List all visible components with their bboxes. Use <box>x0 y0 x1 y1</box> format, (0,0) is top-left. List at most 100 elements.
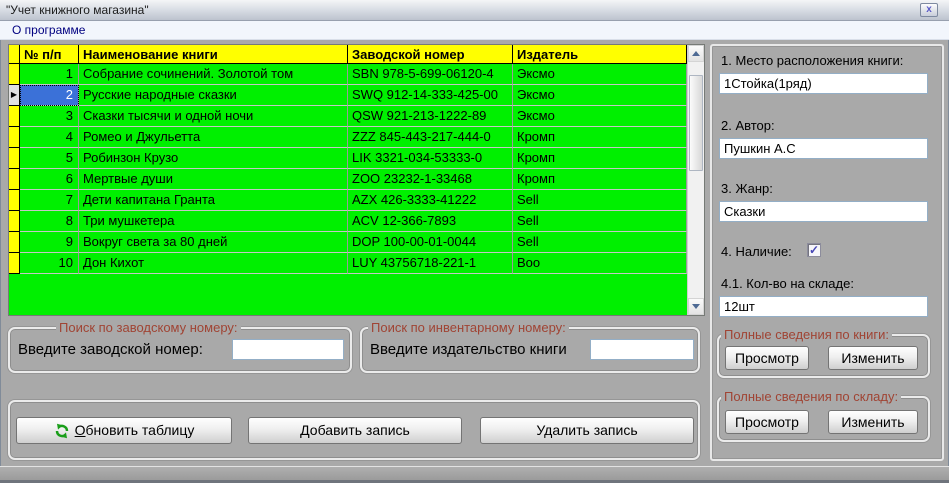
row-indicator <box>9 148 20 169</box>
header-num[interactable]: № п/п <box>20 45 79 64</box>
search-serial-input[interactable] <box>232 339 344 360</box>
close-button[interactable]: x <box>920 3 938 17</box>
cell-publisher[interactable]: Sell <box>513 232 687 253</box>
cell-serial[interactable]: DOP 100-00-01-0044 <box>348 232 513 253</box>
delete-record-button[interactable]: Удалить запись <box>480 417 694 444</box>
arrow-down-icon <box>692 304 700 309</box>
search-serial-group: Поиск по заводскому номеру: Введите заво… <box>8 320 352 373</box>
cell-num[interactable]: 9 <box>20 232 79 253</box>
table-row[interactable]: 5 Робинзон Крузо LIK 3321-034-53333-0 Кромп <box>9 148 687 169</box>
add-record-button[interactable]: Добавить запись <box>248 417 462 444</box>
cell-publisher[interactable]: Кромп <box>513 169 687 190</box>
table-scrollbar[interactable] <box>687 45 704 315</box>
stock-details-group: Полные сведения по складу: Просмотр Изме… <box>717 389 930 442</box>
table-row[interactable]: 4 Ромео и Джульетта ZZZ 845-443-217-444-0 К… <box>9 127 687 148</box>
cell-num[interactable]: 7 <box>20 190 79 211</box>
scroll-down-arrow[interactable] <box>688 298 704 315</box>
cell-num[interactable]: 5 <box>20 148 79 169</box>
cell-publisher[interactable]: Boo <box>513 253 687 274</box>
cell-publisher[interactable]: Эксмо <box>513 85 687 106</box>
cell-serial[interactable]: LIK 3321-034-53333-0 <box>348 148 513 169</box>
cell-num[interactable]: 4 <box>20 127 79 148</box>
table-row[interactable]: 6 Мертвые души ZOO 23232-1-33468 Кромп <box>9 169 687 190</box>
cell-name[interactable]: Дети капитана Гранта <box>79 190 348 211</box>
location-input[interactable] <box>719 73 928 94</box>
table-row[interactable]: 8 Три мушкетера ACV 12-366-7893 Sell <box>9 211 687 232</box>
row-indicator <box>9 127 20 148</box>
book-details-group: Полные сведения по книги: Просмотр Измен… <box>717 327 930 378</box>
cell-serial[interactable]: QSW 921-213-1222-89 <box>348 106 513 127</box>
app-window: "Учет книжного магазина" x О программе №… <box>0 0 949 483</box>
table-header-row: № п/п Наименование книги Заводской номер… <box>9 45 687 64</box>
cell-name[interactable]: Дон Кихот <box>79 253 348 274</box>
refresh-table-button[interactable]: Обновить таблицу <box>16 417 232 444</box>
header-indicator-cell <box>9 45 20 64</box>
cell-name[interactable]: Собрание сочинений. Золотой том <box>79 64 348 85</box>
cell-publisher[interactable]: Sell <box>513 190 687 211</box>
book-view-button[interactable]: Просмотр <box>725 346 809 370</box>
genre-label: 3. Жанр: <box>721 181 773 196</box>
cell-serial[interactable]: SWQ 912-14-333-425-00 <box>348 85 513 106</box>
cell-publisher[interactable]: Эксмо <box>513 64 687 85</box>
window-bottom-frame <box>0 466 949 483</box>
table-row[interactable]: 1 Собрание сочинений. Золотой том SBN 978-… <box>9 64 687 85</box>
cell-name[interactable]: Ромео и Джульетта <box>79 127 348 148</box>
scrollbar-thumb[interactable] <box>689 75 703 171</box>
stock-view-button[interactable]: Просмотр <box>725 410 809 434</box>
cell-num[interactable]: 2 <box>20 85 79 106</box>
search-inventory-input[interactable] <box>590 339 694 360</box>
stock-input[interactable] <box>719 296 928 317</box>
table-row[interactable]: 7 Дети капитана Гранта AZX 426-3333-41222 S… <box>9 190 687 211</box>
cell-name[interactable]: Робинзон Крузо <box>79 148 348 169</box>
table-row[interactable]: ▶ 2 Русские народные сказки SWQ 912-14-333-… <box>9 85 687 106</box>
menu-bar: О программе <box>0 21 949 40</box>
cell-name[interactable]: Мертвые души <box>79 169 348 190</box>
table-row[interactable]: 10 Дон Кихот LUY 43756718-221-1 Boo <box>9 253 687 274</box>
cell-publisher[interactable]: Кромп <box>513 148 687 169</box>
title-bar: "Учет книжного магазина" x <box>0 0 949 21</box>
header-publisher[interactable]: Издатель <box>513 45 687 64</box>
books-table: № п/п Наименование книги Заводской номер… <box>8 44 705 316</box>
genre-input[interactable] <box>719 201 928 222</box>
refresh-button-label: Обновить таблицу <box>74 422 195 438</box>
cell-serial[interactable]: ZOO 23232-1-33468 <box>348 169 513 190</box>
cell-name[interactable]: Сказки тысячи и одной ночи <box>79 106 348 127</box>
scroll-up-arrow[interactable] <box>688 45 704 62</box>
stock-details-group-title: Полные сведения по складу: <box>721 389 902 404</box>
header-serial[interactable]: Заводской номер <box>348 45 513 64</box>
row-indicator <box>9 232 20 253</box>
cell-name[interactable]: Три мушкетера <box>79 211 348 232</box>
cell-name[interactable]: Русские народные сказки <box>79 85 348 106</box>
cell-publisher[interactable]: Эксмо <box>513 106 687 127</box>
availability-checkbox[interactable]: ✓ <box>807 243 821 257</box>
cell-num[interactable]: 10 <box>20 253 79 274</box>
stock-label: 4.1. Кол-во на складе: <box>721 276 854 291</box>
cell-num[interactable]: 1 <box>20 64 79 85</box>
cell-serial[interactable]: ACV 12-366-7893 <box>348 211 513 232</box>
window-title: "Учет книжного магазина" <box>6 3 149 17</box>
row-indicator <box>9 169 20 190</box>
cell-serial[interactable]: SBN 978-5-699-06120-4 <box>348 64 513 85</box>
cell-num[interactable]: 8 <box>20 211 79 232</box>
author-input[interactable] <box>719 138 928 159</box>
table-row[interactable]: 9 Вокруг света за 80 дней DOP 100-00-01-00… <box>9 232 687 253</box>
cell-name[interactable]: Вокруг света за 80 дней <box>79 232 348 253</box>
stock-edit-button[interactable]: Изменить <box>828 410 918 434</box>
cell-serial[interactable]: ZZZ 845-443-217-444-0 <box>348 127 513 148</box>
cell-publisher[interactable]: Sell <box>513 211 687 232</box>
cell-serial[interactable]: AZX 426-3333-41222 <box>348 190 513 211</box>
cell-num[interactable]: 6 <box>20 169 79 190</box>
row-indicator <box>9 64 20 85</box>
cell-publisher[interactable]: Кромп <box>513 127 687 148</box>
search-inventory-label: Введите издательство книги <box>370 341 567 358</box>
refresh-icon <box>55 423 68 438</box>
cell-serial[interactable]: LUY 43756718-221-1 <box>348 253 513 274</box>
row-indicator <box>9 253 20 274</box>
book-edit-button[interactable]: Изменить <box>828 346 918 370</box>
row-indicator <box>9 106 20 127</box>
availability-label: 4. Наличие: <box>721 244 792 259</box>
table-row[interactable]: 3 Сказки тысячи и одной ночи QSW 921-213-1… <box>9 106 687 127</box>
cell-num[interactable]: 3 <box>20 106 79 127</box>
header-name[interactable]: Наименование книги <box>79 45 348 64</box>
menu-item-about[interactable]: О программе <box>8 23 89 37</box>
